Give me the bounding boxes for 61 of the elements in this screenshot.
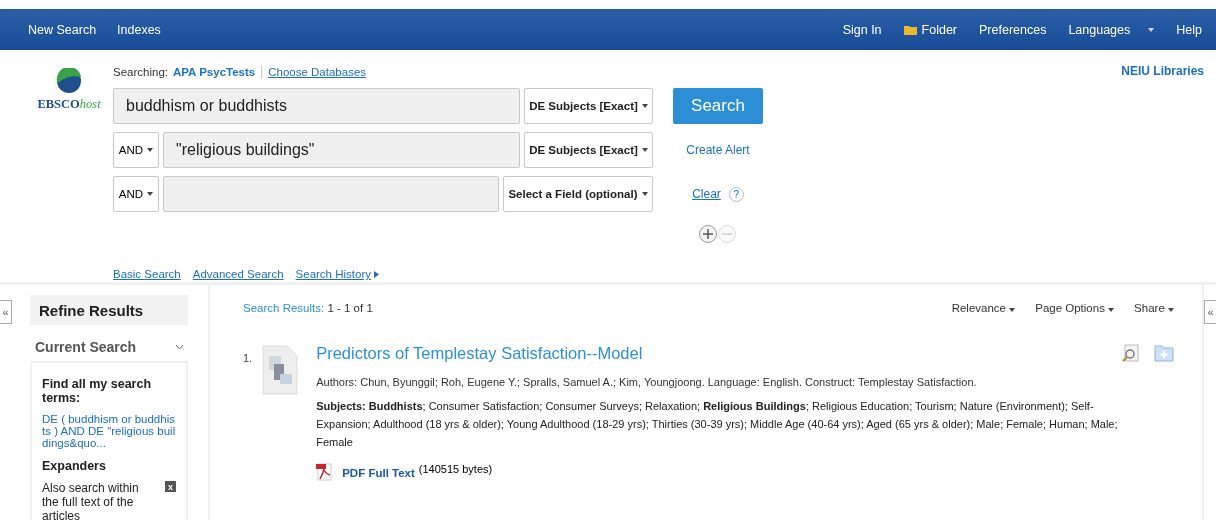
section-heading: Current Search xyxy=(35,339,137,355)
search-field[interactable]: buddhism or buddhists xyxy=(113,88,520,124)
clear-link[interactable]: Clear xyxy=(692,187,721,201)
institution-link[interactable]: NEIU Libraries xyxy=(1121,64,1204,282)
folder-link[interactable]: Folder xyxy=(903,22,957,37)
nav-link[interactable]: Help xyxy=(1176,22,1202,37)
refine-results-heading: Refine Results xyxy=(30,295,188,325)
add-row-icon[interactable] xyxy=(698,224,738,244)
field-dropdown[interactable]: DE Subjects [Exact] xyxy=(524,132,653,168)
searching-label: Searching: xyxy=(113,66,168,78)
search-field[interactable]: "religious buildings" xyxy=(163,132,520,168)
panel-heading: Find all my search terms: xyxy=(42,377,153,405)
caret-icon xyxy=(641,104,648,108)
caret-icon xyxy=(1168,308,1174,312)
query-link[interactable]: DE ( buddhism or buddhists ) AND DE "religious buildings&quo... xyxy=(42,413,176,449)
nav-link[interactable]: Preferences xyxy=(979,22,1047,37)
remove-icon[interactable]: x xyxy=(165,481,176,492)
logo-icon xyxy=(56,68,82,94)
create-alert-link[interactable]: Create Alert xyxy=(686,143,750,157)
caret-icon xyxy=(641,192,648,196)
search-mode-link[interactable]: Advanced Search xyxy=(192,268,284,280)
results-tool-dropdown[interactable]: Page Options xyxy=(1035,302,1115,314)
database-name: APA PsycTests xyxy=(173,66,256,78)
result-count: Search Results: 1 - 1 of 1 xyxy=(243,302,373,314)
search-mode-link[interactable]: Search History xyxy=(295,268,379,280)
panel-heading: Expanders xyxy=(42,459,107,473)
field-dropdown[interactable]: DE Subjects [Exact] xyxy=(524,88,653,124)
preview-icon[interactable] xyxy=(1122,344,1140,362)
field-dropdown[interactable]: Select a Field (optional) xyxy=(503,176,653,212)
result-subjects: Subjects: Buddhists; Consumer Satisfaction; Consumer Surveys; Relaxation; Religious Buildings; Religious Education; Tourism; Nature (Environment); Self-Expansion; Adulthood (18 yrs & older); Young Adulthood (18-29 yrs); Thirties (30-39 yrs); Middle Age (40-64 yrs); Aged (65 yrs & older); Male; Female; Human; Male; Female xyxy=(316,399,1119,450)
caret-icon xyxy=(1108,308,1115,312)
caret-icon xyxy=(147,148,154,152)
results-tool-dropdown[interactable]: Relevance xyxy=(951,302,1016,314)
collapse-button[interactable]: « xyxy=(1204,300,1216,324)
logo-text: EBSCOhost xyxy=(37,97,101,112)
nav-link[interactable]: Sign In xyxy=(842,22,882,37)
folder-icon xyxy=(903,24,917,35)
chevron-icon[interactable] xyxy=(176,344,183,350)
expander-text: Also search within the full text of the articles xyxy=(42,481,140,520)
nav-link[interactable]: New Search xyxy=(28,22,97,37)
file-size: (140515 bytes) xyxy=(418,463,493,475)
result-title-link[interactable]: Predictors of Templestay Satisfaction--Model xyxy=(316,344,643,363)
nav-link[interactable]: Indexes xyxy=(117,22,161,37)
search-mode-link[interactable]: Basic Search xyxy=(113,268,181,280)
search-field[interactable] xyxy=(163,176,499,212)
choose-databases-link[interactable]: Choose Databases xyxy=(268,66,367,78)
result-number: 1. xyxy=(243,351,253,366)
results-tool-dropdown[interactable]: Share xyxy=(1134,302,1174,314)
operator-dropdown[interactable]: AND xyxy=(113,176,159,212)
languages-dropdown[interactable]: Languages xyxy=(1068,22,1155,37)
caret-icon xyxy=(1009,308,1016,312)
caret-icon xyxy=(641,148,648,152)
result-metadata: Authors: Chun, Byunggil; Roh, Eugene Y.; Spralls, Samuel A.; Kim, Youngjoong. Language: English. Construct: Templestay Satisfaction. xyxy=(316,376,978,388)
collapse-button[interactable]: « xyxy=(0,300,12,324)
caret-icon xyxy=(147,192,154,196)
document-icon xyxy=(260,344,301,398)
caret-icon xyxy=(1148,27,1155,32)
pdf-full-text-link[interactable]: PDF Full Text xyxy=(342,467,415,479)
search-button[interactable]: Search xyxy=(673,88,763,124)
pdf-icon xyxy=(316,463,335,481)
operator-dropdown[interactable]: AND xyxy=(113,132,159,168)
